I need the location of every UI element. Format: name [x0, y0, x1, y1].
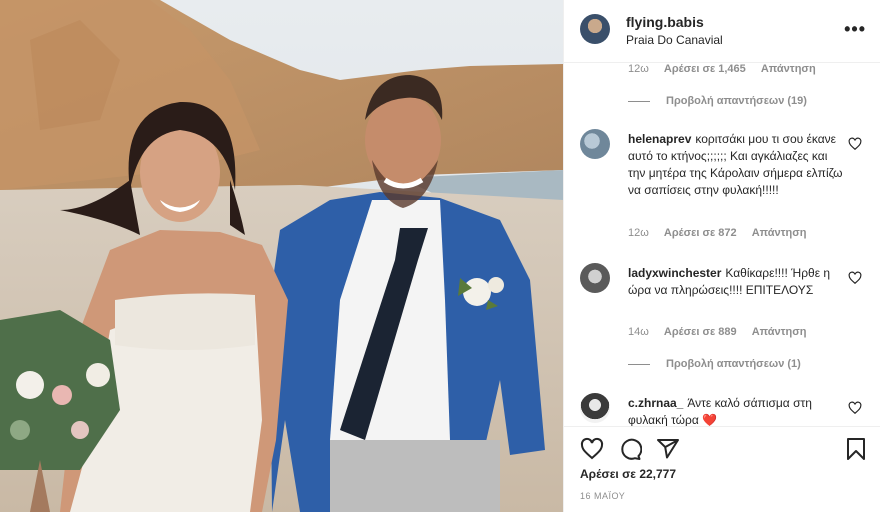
avatar[interactable]	[580, 14, 610, 44]
comment-time: 12ω	[628, 63, 649, 75]
view-replies-button[interactable]: Προβολή απαντήσεων (1)	[628, 358, 801, 370]
comment-body: c.zhrnaa_ Άντε καλό σάπισμα στη φυλακή τώ…	[628, 395, 848, 426]
bookmark-icon[interactable]	[844, 437, 868, 461]
likes-count[interactable]: Αρέσει σε 22,777	[580, 467, 676, 481]
post-date: 16 ΜΑΪΟΥ	[580, 491, 626, 501]
reply-button[interactable]: Απάντηση	[752, 326, 807, 338]
comment-username[interactable]: helenaprev	[628, 132, 691, 146]
comment-time: 12ω	[628, 227, 649, 239]
comment-meta: 12ω Αρέσει σε 1,465 Απάντηση	[628, 63, 828, 75]
comment-likes[interactable]: Αρέσει σε 889	[664, 326, 737, 338]
comment-username[interactable]: c.zhrnaa_	[628, 396, 683, 410]
reply-button[interactable]: Απάντηση	[761, 63, 816, 75]
comment-icon[interactable]	[618, 437, 642, 461]
divider	[628, 363, 650, 365]
avatar[interactable]	[580, 393, 610, 423]
divider	[628, 100, 650, 102]
comment-body: helenaprev κοριτσάκι μου τι σου έκανε αυτ…	[628, 131, 848, 199]
more-options-icon[interactable]: •••	[844, 20, 866, 38]
post-username[interactable]: flying.babis	[626, 14, 704, 30]
view-replies-label: Προβολή απαντήσεων (1)	[666, 358, 801, 370]
like-comment-icon[interactable]	[848, 401, 862, 415]
view-replies-button[interactable]: Προβολή απαντήσεων (19)	[628, 95, 807, 107]
heart-icon[interactable]	[580, 437, 604, 461]
avatar[interactable]	[580, 263, 610, 293]
comment-username[interactable]: ladyxwinchester	[628, 266, 721, 280]
post-sidebar: flying.babis Praia Do Canavial ••• 12ω Α…	[563, 0, 880, 512]
comment-likes[interactable]: Αρέσει σε 1,465	[664, 63, 746, 75]
comment-meta: 12ω Αρέσει σε 872 Απάντηση	[628, 227, 819, 239]
reply-button[interactable]: Απάντηση	[752, 227, 807, 239]
post-photo[interactable]	[0, 0, 563, 512]
view-replies-label: Προβολή απαντήσεων (19)	[666, 95, 807, 107]
post-actions: Αρέσει σε 22,777 16 ΜΑΪΟΥ	[564, 426, 880, 512]
comment-body: ladyxwinchester Καθίκαρε!!!! Ήρθε η ώρα ν…	[628, 265, 848, 299]
like-comment-icon[interactable]	[848, 271, 862, 285]
avatar[interactable]	[580, 129, 610, 159]
post-header: flying.babis Praia Do Canavial •••	[564, 0, 880, 63]
post-location[interactable]: Praia Do Canavial	[626, 33, 723, 47]
wedding-photo-illustration	[0, 0, 563, 512]
comment-meta: 14ω Αρέσει σε 889 Απάντηση	[628, 326, 819, 338]
comment-time: 14ω	[628, 326, 649, 338]
comment-likes[interactable]: Αρέσει σε 872	[664, 227, 737, 239]
like-comment-icon[interactable]	[848, 137, 862, 151]
comments-list[interactable]: 12ω Αρέσει σε 1,465 Απάντηση Προβολή απα…	[564, 63, 880, 426]
share-icon[interactable]	[656, 437, 680, 461]
